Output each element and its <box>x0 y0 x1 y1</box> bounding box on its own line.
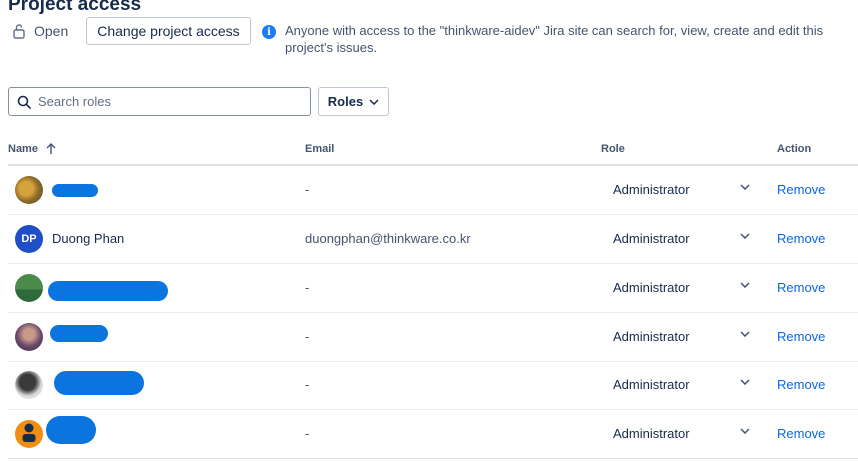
role-select[interactable]: Administrator <box>613 377 690 392</box>
access-status-row: Open Change project access <box>8 17 251 45</box>
table-row: - Administrator Remove <box>8 264 858 313</box>
chevron-down-icon <box>369 98 379 105</box>
table-row: - Administrator Remove <box>8 313 858 362</box>
table-row: - Administrator Remove <box>8 166 858 215</box>
redaction-mark <box>54 371 144 395</box>
info-text: Anyone with access to the "thinkware-aid… <box>285 23 824 55</box>
search-icon <box>17 95 31 109</box>
roles-filter-label: Roles <box>327 94 364 109</box>
redaction-mark <box>46 416 96 444</box>
remove-link[interactable]: Remove <box>777 231 825 246</box>
info-icon: i <box>262 25 276 39</box>
role-select[interactable]: Administrator <box>613 182 690 197</box>
role-select[interactable]: Administrator <box>613 231 690 246</box>
roles-filter-button[interactable]: Roles <box>318 87 389 116</box>
remove-link[interactable]: Remove <box>777 329 825 344</box>
redaction-mark <box>50 325 108 342</box>
chevron-down-icon[interactable] <box>740 379 750 385</box>
table-row: DP Duong Phan duongphan@thinkware.co.kr … <box>8 215 858 264</box>
remove-link[interactable]: Remove <box>777 377 825 392</box>
chevron-down-icon[interactable] <box>740 282 750 288</box>
default-user-icon <box>15 420 43 448</box>
unlock-icon <box>12 23 26 39</box>
search-roles-input[interactable] <box>38 94 298 109</box>
avatar <box>15 274 43 302</box>
search-roles-box[interactable] <box>8 87 311 116</box>
user-email: - <box>305 280 310 295</box>
column-header-action: Action <box>777 143 812 155</box>
avatar: DP <box>15 225 43 253</box>
user-email: - <box>305 426 310 441</box>
avatar <box>15 371 43 399</box>
table-row: - Administrator Remove <box>8 361 858 410</box>
user-email: duongphan@thinkware.co.kr <box>305 231 471 246</box>
user-email: - <box>305 377 310 392</box>
page-title: Project access <box>8 0 142 15</box>
info-message: i Anyone with access to the "thinkware-a… <box>262 22 856 56</box>
redaction-mark <box>48 281 168 301</box>
role-select[interactable]: Administrator <box>613 280 690 295</box>
role-select[interactable]: Administrator <box>613 329 690 344</box>
remove-link[interactable]: Remove <box>777 182 825 197</box>
change-project-access-button[interactable]: Change project access <box>86 17 251 45</box>
avatar <box>15 176 43 204</box>
column-header-name-label: Name <box>8 143 38 155</box>
chevron-down-icon[interactable] <box>740 428 750 434</box>
avatar <box>15 323 43 351</box>
role-select[interactable]: Administrator <box>613 426 690 441</box>
chevron-down-icon[interactable] <box>740 184 750 190</box>
sort-ascending-icon[interactable] <box>46 143 56 155</box>
user-name: Duong Phan <box>52 231 125 246</box>
user-email: - <box>305 182 310 197</box>
access-status: Open <box>34 23 69 39</box>
remove-link[interactable]: Remove <box>777 426 825 441</box>
project-access-page: Project access Open Change project acces… <box>0 0 858 471</box>
avatar <box>15 420 43 448</box>
column-header-email: Email <box>305 143 335 155</box>
table-row: - Administrator Remove <box>8 410 858 459</box>
redaction-mark <box>52 184 98 197</box>
column-header-role: Role <box>601 143 625 155</box>
remove-link[interactable]: Remove <box>777 280 825 295</box>
chevron-down-icon[interactable] <box>740 331 750 337</box>
table-header: Name Email Role Action <box>8 140 858 166</box>
chevron-down-icon[interactable] <box>740 233 750 239</box>
column-header-name[interactable]: Name <box>8 143 56 155</box>
user-email: - <box>305 329 310 344</box>
